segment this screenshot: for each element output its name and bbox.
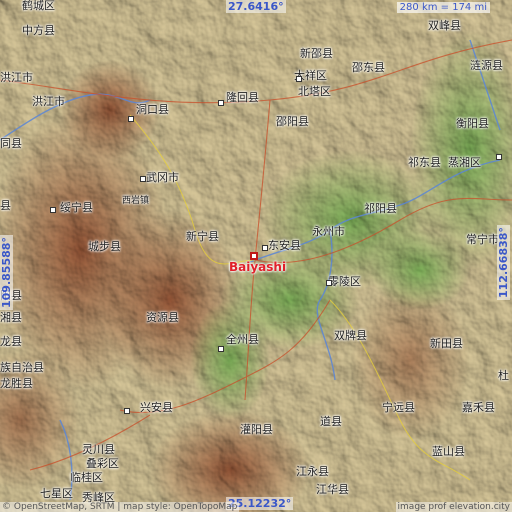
place-label: 双峰县 [428, 19, 461, 32]
place-label: 新田县 [430, 337, 463, 350]
place-label: 武冈市 [146, 171, 179, 184]
coord-top: 27.6416° [226, 0, 286, 13]
coord-right: 112.66838° [497, 225, 510, 300]
place-label: 灵川县 [82, 443, 115, 456]
city-marker [262, 245, 268, 251]
place-label: 东安县 [268, 239, 301, 252]
city-marker [124, 408, 130, 414]
place-label: 道县 [320, 415, 342, 428]
city-marker [218, 346, 224, 352]
place-label: 城步县 [88, 240, 121, 253]
city-marker [128, 116, 134, 122]
place-label: 龙县 [0, 335, 22, 348]
place-label: 洪江市 [32, 95, 65, 108]
place-label: 临桂区 [70, 471, 103, 484]
place-label: 隆回县 [226, 91, 259, 104]
place-label: 祁阳县 [364, 202, 397, 215]
place-label: 新邵县 [300, 47, 333, 60]
place-label: 湘县 [0, 311, 22, 324]
place-label: 衡阳县 [456, 117, 489, 130]
place-label: 鹤城区 [22, 0, 55, 12]
highlight-city-label[interactable]: Baiyashi [229, 260, 286, 274]
city-marker [496, 154, 502, 160]
place-label: 永州市 [312, 225, 345, 238]
attribution-right: image prof elevation.city [395, 502, 512, 512]
place-label: 常宁市 [466, 233, 499, 246]
place-label: 七星区 [40, 487, 73, 500]
scale-bar: 280 km = 174 mi [396, 2, 490, 13]
place-label: 中方县 [22, 24, 55, 37]
place-label: 宁远县 [382, 401, 415, 414]
place-label: 江华县 [316, 483, 349, 496]
attribution-left: © OpenStreetMap, SRTM | map style: OpenT… [0, 502, 240, 512]
place-label: 洪江市 [0, 71, 33, 84]
place-label: 江永县 [296, 465, 329, 478]
highlight-city-marker[interactable] [250, 252, 258, 260]
place-label: 蒸湘区 [448, 156, 481, 169]
place-label: 灌阳县 [240, 423, 273, 436]
place-label: 涟源县 [470, 59, 503, 72]
place-label: 族自治县 [0, 361, 44, 374]
city-marker [296, 76, 302, 82]
city-marker [140, 176, 146, 182]
place-label: 绥宁县 [60, 201, 93, 214]
place-label: 全州县 [226, 333, 259, 346]
place-label: 同县 [0, 137, 22, 150]
coord-left: 109.85588° [0, 235, 13, 310]
place-label: 邵阳县 [276, 115, 309, 128]
city-marker [50, 207, 56, 213]
place-label: 叠彩区 [86, 457, 119, 470]
place-label: 蓝山县 [432, 445, 465, 458]
place-label: 洞口县 [136, 103, 169, 116]
place-label: 资源县 [146, 311, 179, 324]
place-label: 西岩镇 [122, 196, 150, 206]
city-marker [218, 100, 224, 106]
place-label: 祁东县 [408, 156, 441, 169]
place-label: 新宁县 [186, 230, 219, 243]
place-label: 龙胜县 [0, 377, 33, 390]
place-label: 双牌县 [334, 329, 367, 342]
place-label: 零陵区 [328, 275, 361, 288]
topographic-map[interactable]: 鹤城区 中方县 洪江市 洪江市 洞口县 隆回县 邵阳县 新邵县 邵东县 大祥区 … [0, 0, 512, 512]
place-label: 嘉禾县 [462, 401, 495, 414]
city-marker [326, 280, 332, 286]
place-label: 邵东县 [352, 61, 385, 74]
place-label: 杜 [498, 369, 509, 382]
place-label: 北塔区 [298, 85, 331, 98]
place-label: 兴安县 [140, 401, 173, 414]
place-label: 县 [0, 199, 11, 212]
